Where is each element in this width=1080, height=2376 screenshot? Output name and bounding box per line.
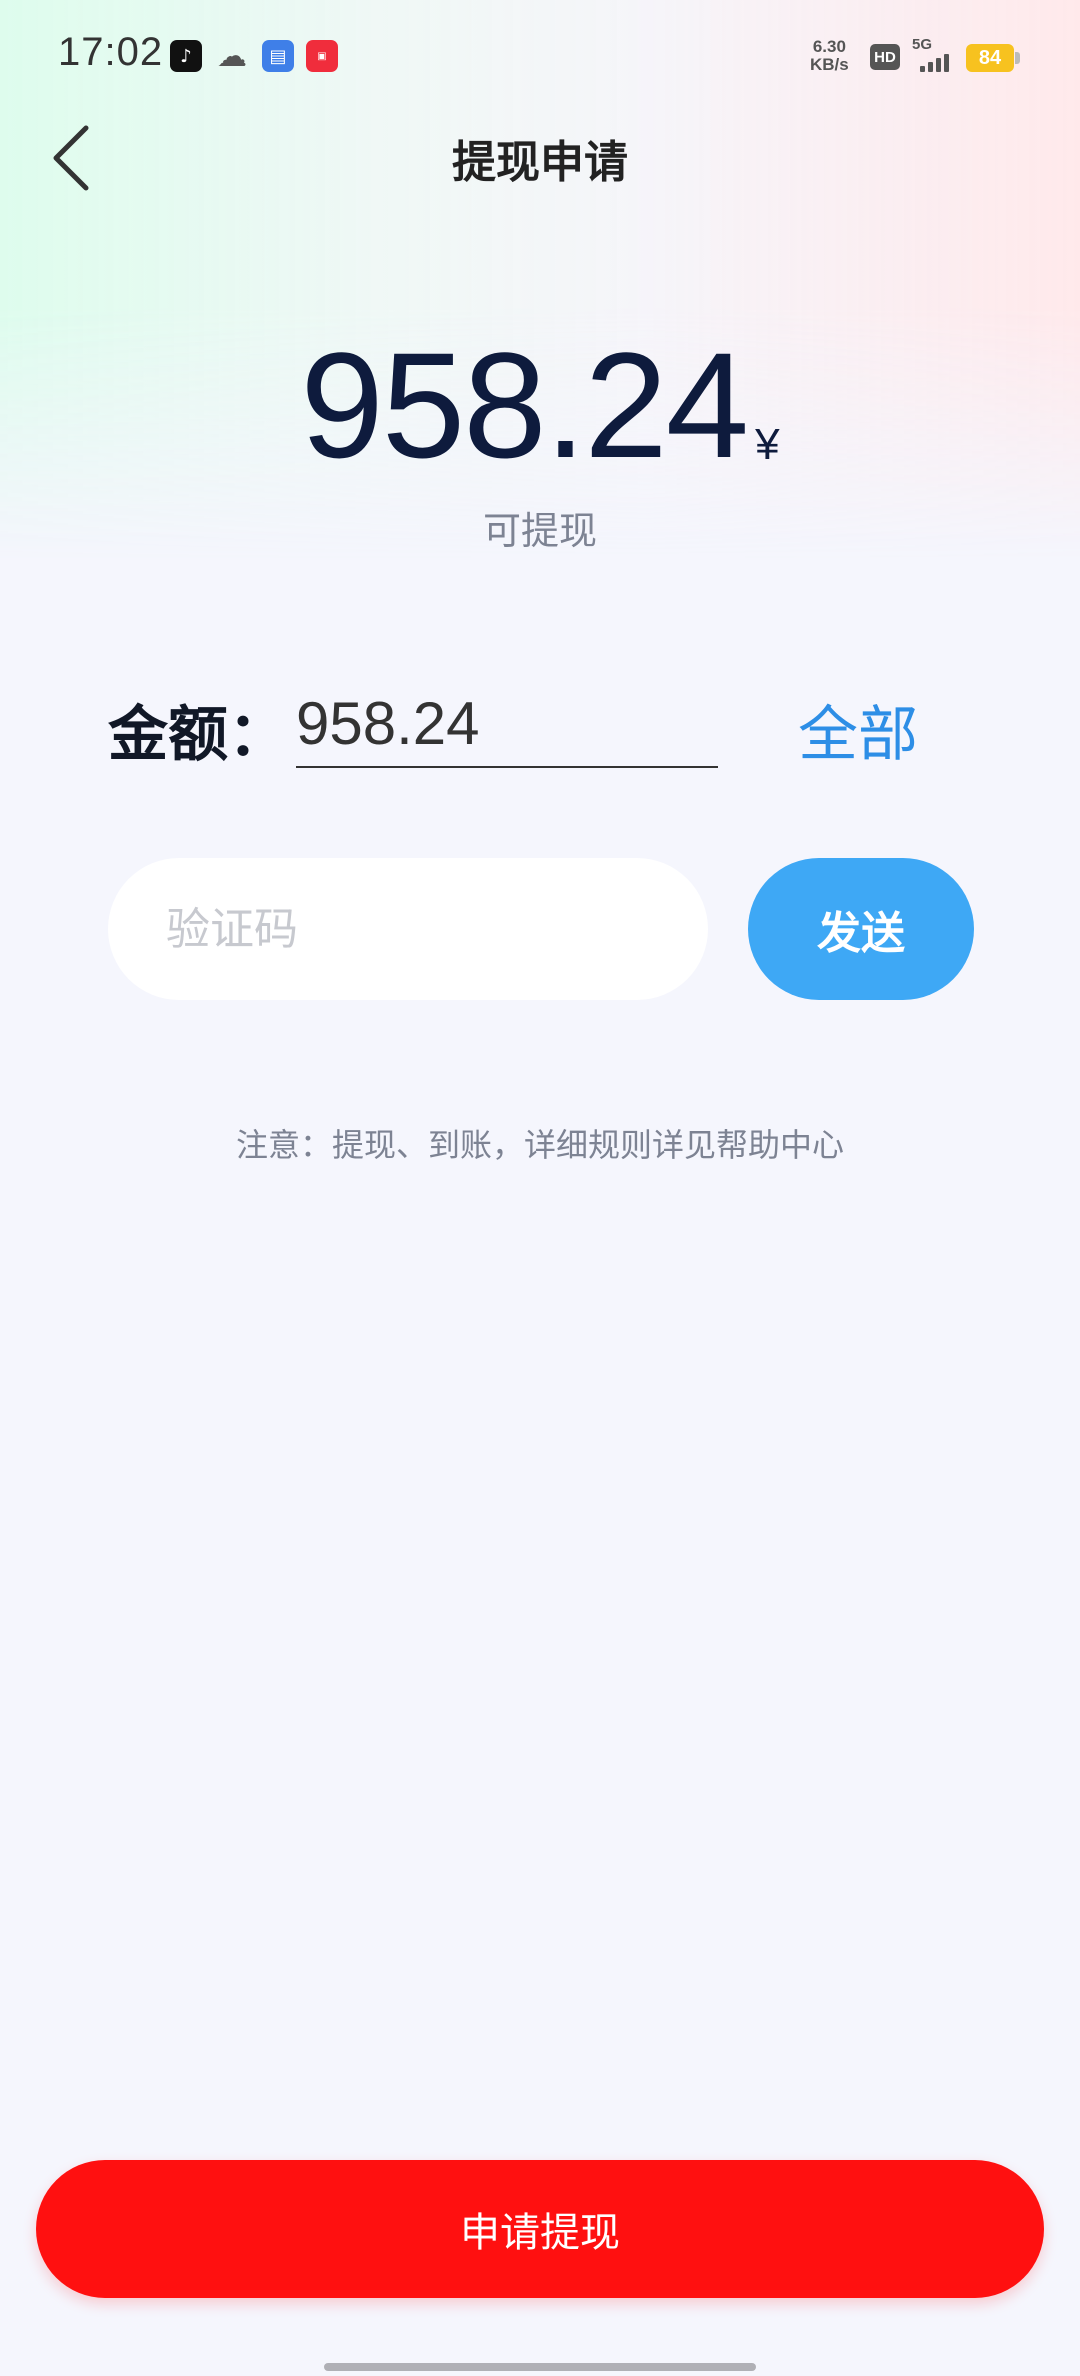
balance-display: 958.24 ¥ [0,320,1080,490]
signal-icon: 5G [912,36,956,72]
hd-badge: HD [870,44,900,70]
balance-label: 可提现 [482,509,597,553]
balance-amount: 958.24 [300,321,749,489]
status-bar: 17:02 ♪ ☁ ▤ ▣ 6.30 KB/s HD 5G 84 [0,0,1080,116]
battery-icon: 84 [966,44,1014,72]
network-speed-unit: KB/s [810,55,849,74]
home-indicator[interactable] [324,2363,756,2371]
withdraw-all-button[interactable]: 全部 [798,686,918,773]
battery-level: 84 [978,46,1002,69]
page-title: 提现申请 [452,137,628,188]
network-type-label: 5G [912,36,933,53]
tiktok-icon: ♪ [170,40,202,72]
red-app-icon: ▣ [306,40,338,72]
notice-text: 注意：提现、到账，详细规则详见帮助中心 [235,1126,844,1164]
network-speed: 6.30 KB/s [810,38,849,74]
battery-tip [1015,52,1020,64]
blue-app-icon: ▤ [262,40,294,72]
verification-code-input[interactable] [108,858,708,1000]
amount-input[interactable] [296,680,718,768]
wechat-icon: ☁ [217,38,247,74]
network-speed-value: 6.30 [812,37,846,56]
currency-symbol: ¥ [755,420,780,469]
submit-withdrawal-button[interactable]: 申请提现 [36,2160,1044,2298]
status-time: 17:02 [58,30,164,74]
amount-label: 金额： [108,700,288,770]
send-code-button[interactable]: 发送 [748,858,974,1000]
